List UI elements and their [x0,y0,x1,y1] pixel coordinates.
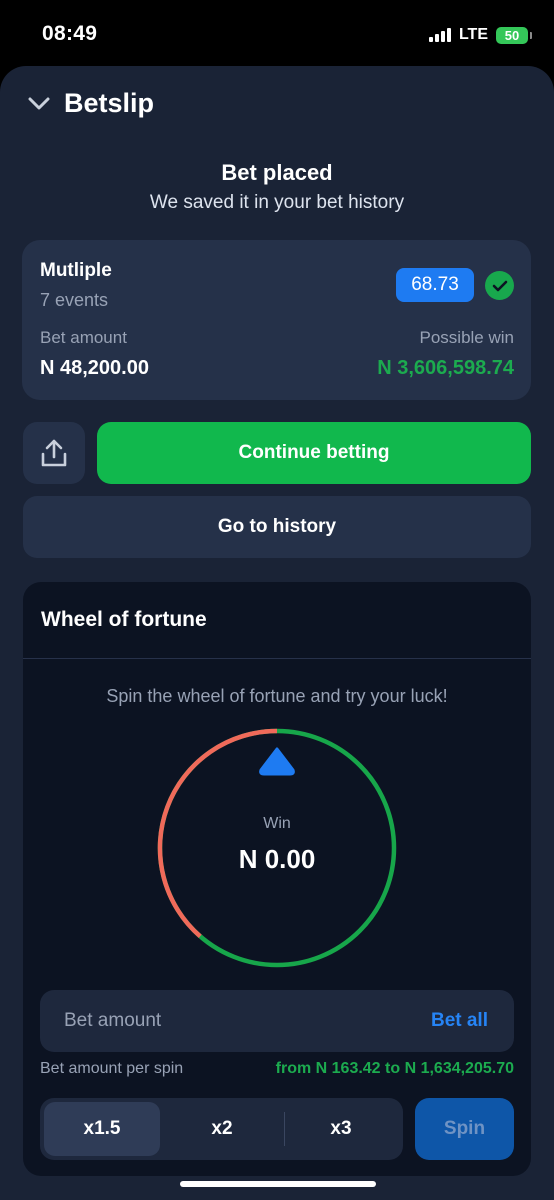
chevron-down-icon[interactable] [28,93,50,115]
bet-amount-value: N 48,200.00 [40,357,149,379]
share-icon [41,439,67,467]
battery-icon: 50 [496,26,532,44]
bet-amount-input[interactable]: Bet amount Bet all [40,990,514,1052]
wheel-subtitle: Spin the wheel of fortune and try your l… [106,686,448,706]
wheel-title: Wheel of fortune [41,608,207,631]
page-title: Betslip [64,88,155,118]
multiplier-selector: x1.5 x2 x3 [40,1098,403,1160]
triangle-pointer-icon [259,747,295,776]
check-icon [485,271,514,300]
status-indicators: LTE 50 [428,26,532,44]
bet-events-count: 7 events [40,290,109,310]
bet-all-button[interactable]: Bet all [431,1010,488,1032]
home-indicator[interactable] [180,1181,376,1187]
multiplier-x2[interactable]: x2 [164,1102,280,1156]
status-bar: 08:49 LTE 50 [0,0,554,66]
divider [23,658,531,659]
odds-badge: 68.73 [396,268,474,302]
spin-button[interactable]: Spin [415,1098,514,1160]
go-to-history-button[interactable]: Go to history [23,496,531,558]
multiplier-x3[interactable]: x3 [283,1102,399,1156]
betslip-sheet: Betslip Bet placed We saved it in your b… [0,66,554,1200]
continue-betting-button[interactable]: Continue betting [97,422,531,484]
possible-win-label: Possible win [419,328,515,347]
per-spin-range: from N 163.42 to N 1,634,205.70 [275,1060,514,1077]
betslip-header[interactable]: Betslip [28,88,154,119]
confirmation-title: Bet placed [221,160,333,185]
win-value: N 0.00 [238,844,316,874]
multiplier-x1-5[interactable]: x1.5 [44,1102,160,1156]
bet-type: Mutliple [40,260,112,281]
per-spin-label: Bet amount per spin [40,1060,184,1077]
confirmation-subtitle: We saved it in your bet history [149,192,405,213]
bet-amount-label: Bet amount [40,328,127,347]
bet-summary-card: Mutliple 7 events 68.73 Bet amount Possi… [22,240,531,400]
win-label: Win [263,815,291,832]
possible-win-value: N 3,606,598.74 [377,357,514,379]
share-button[interactable] [23,422,85,484]
bet-amount-placeholder: Bet amount [64,1010,162,1031]
wheel-of-fortune-card: Wheel of fortune Spin the wheel of fortu… [23,582,531,1176]
network-type: LTE [458,26,488,43]
signal-icon [428,28,451,42]
status-time: 08:49 [42,22,98,45]
